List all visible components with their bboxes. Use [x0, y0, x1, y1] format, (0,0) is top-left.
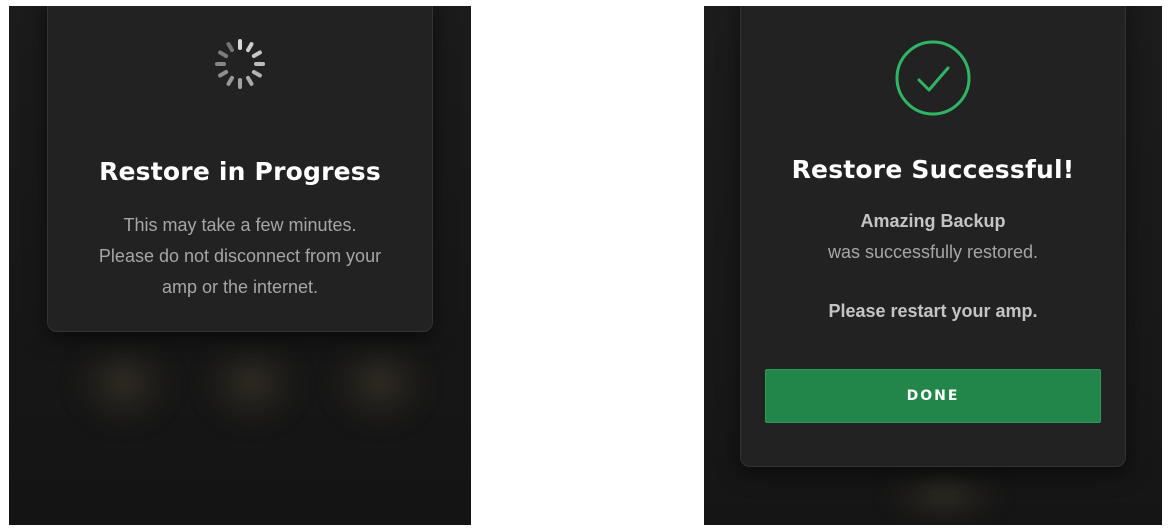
message-line: amp or the internet. [161, 277, 319, 297]
dialog-title: Restore in Progress [99, 157, 381, 186]
progress-message: This may take a few minutes. Please do n… [48, 210, 432, 303]
blurred-background-tile [199, 351, 304, 431]
backup-name: Amazing Backup [860, 211, 1006, 231]
restore-success-dialog: Restore Successful! Amazing Backup was s… [740, 6, 1126, 467]
result-text: was successfully restored. [827, 242, 1039, 262]
restart-instruction: Please restart your amp. [828, 301, 1038, 321]
restore-progress-dialog: Restore in Progress This may take a few … [47, 6, 433, 332]
blurred-background-tile [884, 476, 1004, 525]
blurred-background-tile [327, 351, 432, 431]
restore-progress-screen: Restore in Progress This may take a few … [9, 6, 471, 525]
message-line: Please do not disconnect from your [98, 246, 382, 266]
message-line: This may take a few minutes. [123, 215, 357, 235]
checkmark-circle-icon [895, 40, 971, 116]
dialog-title: Restore Successful! [791, 155, 1075, 184]
blurred-background-tile [71, 351, 176, 431]
done-button[interactable]: DONE [765, 369, 1101, 423]
restore-success-screen: Restore Successful! Amazing Backup was s… [704, 6, 1162, 525]
loading-spinner-icon [215, 39, 265, 89]
success-message: Amazing Backup was successfully restored… [741, 206, 1125, 268]
